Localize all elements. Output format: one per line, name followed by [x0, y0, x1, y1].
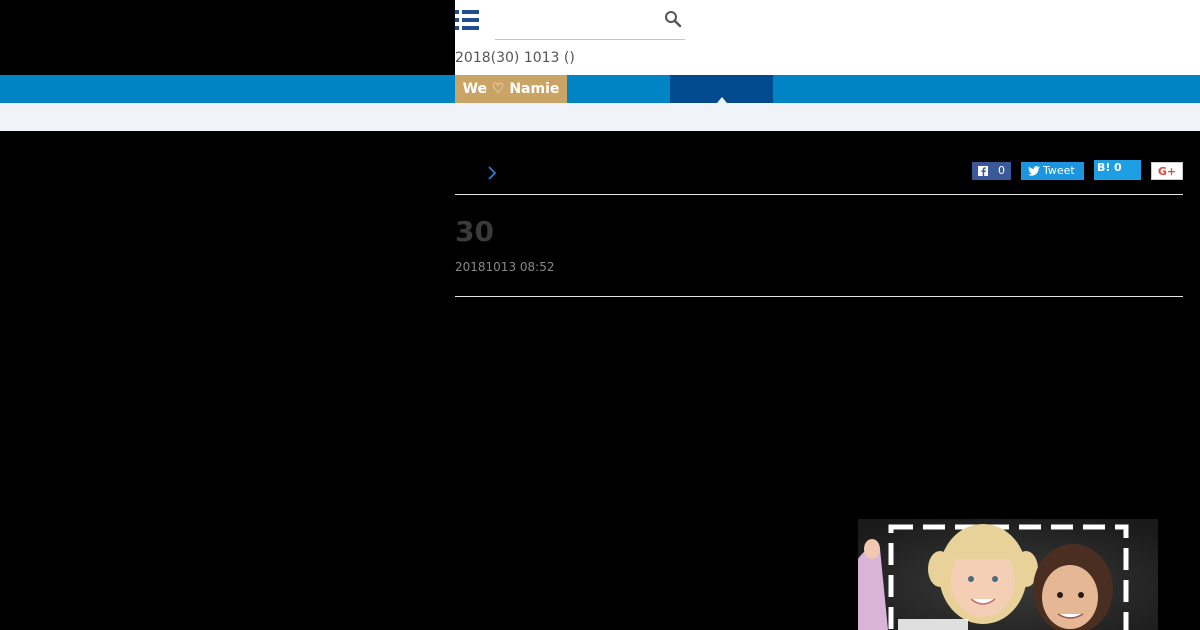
- header-headline: 2018(30) 1013 (): [455, 50, 575, 66]
- tweet-button[interactable]: Tweet: [1021, 162, 1084, 180]
- google-plus-share-button[interactable]: G+: [1151, 162, 1183, 180]
- divider-bottom: [455, 296, 1183, 297]
- sub-nav-bar: [0, 103, 1200, 131]
- search-input[interactable]: [495, 8, 685, 40]
- hatena-bookmark-count: 0: [1114, 161, 1122, 174]
- hatena-bookmark-icon: B!: [1097, 161, 1111, 174]
- facebook-share-count: 0: [998, 164, 1005, 177]
- twitter-bird-icon: [1028, 166, 1040, 176]
- menu-list-icon[interactable]: [455, 8, 481, 32]
- nav-brand-link[interactable]: We ♡ Namie: [455, 75, 567, 103]
- article-date: 20181013 08:52: [455, 260, 555, 274]
- facebook-share-button[interactable]: 0: [972, 162, 1011, 180]
- ad-photo-image[interactable]: [858, 519, 1158, 630]
- facebook-icon: [978, 166, 988, 176]
- divider-top: [455, 194, 1183, 195]
- article-title: 30: [455, 215, 494, 248]
- nav-bar: [0, 75, 1200, 103]
- tweet-label: Tweet: [1043, 164, 1075, 177]
- search-icon[interactable]: [664, 10, 682, 28]
- chevron-right-icon[interactable]: [486, 165, 498, 181]
- hatena-bookmark-button[interactable]: B! 0: [1094, 160, 1141, 180]
